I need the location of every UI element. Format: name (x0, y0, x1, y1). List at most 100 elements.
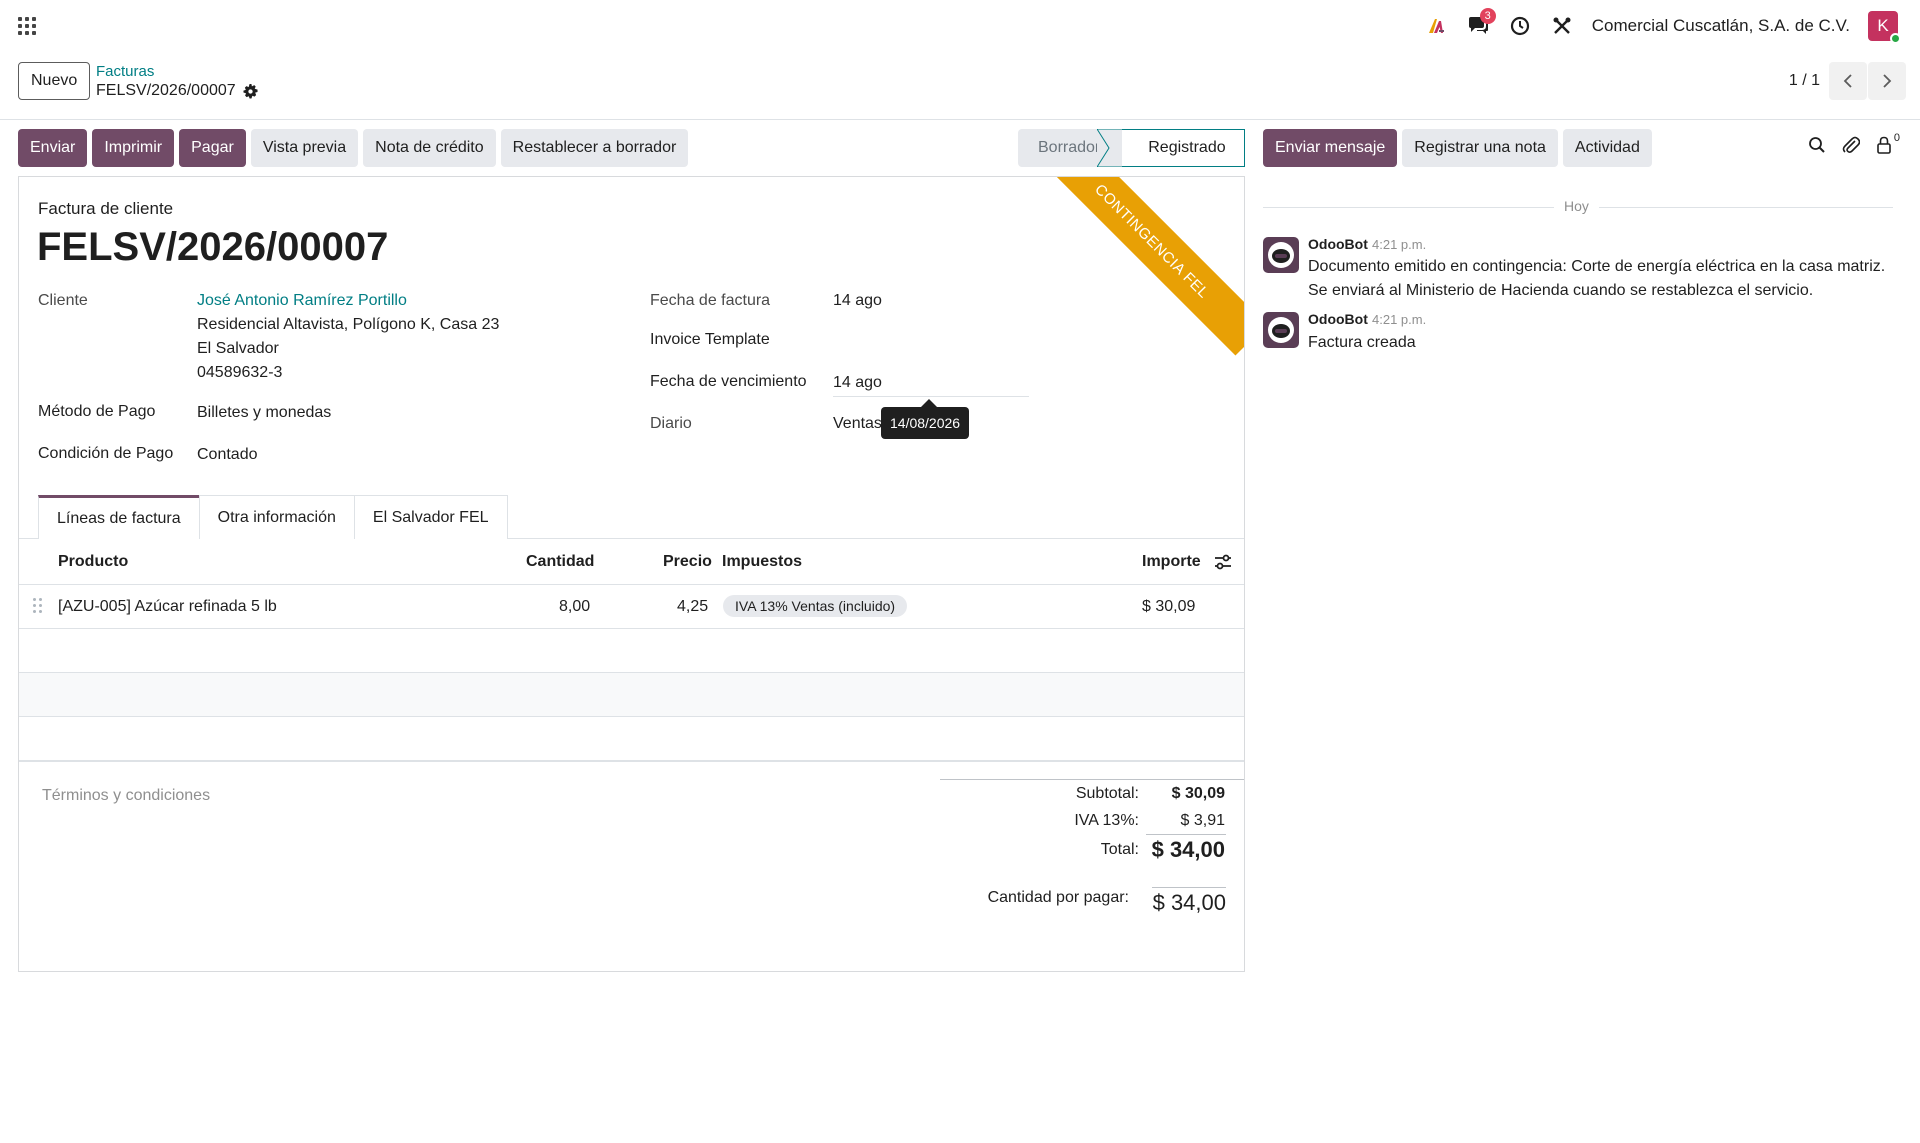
pager-next-button[interactable] (1868, 62, 1906, 100)
message-body: Documento emitido en contingencia: Corte… (1308, 258, 1886, 299)
col-taxes[interactable]: Impuestos (722, 553, 802, 571)
message-author[interactable]: OdooBot (1308, 311, 1368, 327)
col-quantity[interactable]: Cantidad (526, 553, 594, 571)
notebook-tabs: Líneas de factura Otra información El Sa… (38, 495, 508, 539)
terms-input[interactable]: Términos y condiciones (42, 787, 210, 805)
line-price[interactable]: 4,25 (677, 598, 708, 616)
due-date-label: Fecha de vencimiento (650, 373, 807, 390)
chevron-left-icon (1843, 74, 1852, 88)
odoobot-avatar[interactable] (1263, 312, 1299, 348)
iva-value: $ 3,91 (1180, 812, 1225, 829)
notification-badge: 3 (1479, 8, 1496, 24)
due-date-underline (833, 396, 1029, 397)
empty-row (19, 673, 1244, 717)
chevron-right-icon (1883, 74, 1892, 88)
status-bar: Borrador Registrado (1018, 129, 1245, 167)
activity-button[interactable]: Actividad (1562, 129, 1652, 167)
document-number: FELSV/2026/00007 (37, 225, 389, 269)
messaging-icon[interactable]: 3 (1466, 8, 1496, 38)
journal-label: Diario (650, 415, 692, 432)
lock-icon (1877, 136, 1891, 154)
chatter-icons: 0 (1808, 132, 1900, 155)
message-author[interactable]: OdooBot (1308, 236, 1368, 252)
apps-menu-icon[interactable] (18, 17, 36, 35)
message-time: 4:21 p.m. (1372, 237, 1427, 252)
table-bottom-border (19, 761, 1244, 762)
breadcrumb-current-label: FELSV/2026/00007 (96, 82, 236, 99)
user-initial: K (1877, 16, 1889, 35)
online-status-dot (1890, 33, 1901, 44)
pager-previous-button[interactable] (1829, 62, 1867, 100)
tab-el-salvador-fel[interactable]: El Salvador FEL (353, 495, 508, 539)
print-button[interactable]: Imprimir (92, 129, 175, 167)
customer-link[interactable]: José Antonio Ramírez Portillo (197, 292, 407, 310)
tab-invoice-lines[interactable]: Líneas de factura (38, 495, 200, 539)
iva-label: IVA 13%: (1074, 812, 1139, 829)
followers-button[interactable]: 0 (1876, 132, 1900, 154)
odoobot-avatar[interactable] (1263, 237, 1299, 273)
line-amount: $ 30,09 (1142, 598, 1196, 615)
invoice-date-field[interactable]: 14 ago (833, 292, 882, 310)
reset-to-draft-button[interactable]: Restablecer a borrador (500, 129, 689, 167)
customer-country: El Salvador (197, 340, 279, 357)
status-posted[interactable]: Registrado (1122, 129, 1245, 167)
payment-condition-label: Condición de Pago (38, 445, 174, 462)
totals-top-line (940, 779, 1244, 780)
subtotal-label: Subtotal: (1075, 785, 1139, 802)
optional-columns-icon[interactable] (1214, 554, 1232, 570)
status-arrow-separator (1097, 129, 1123, 167)
table-row[interactable]: [AZU-005] Azúcar refinada 5 lb 8,00 4,25… (19, 585, 1244, 629)
subtotal-value: $ 30,09 (1171, 785, 1225, 802)
total-value: $ 34,00 (1151, 837, 1225, 862)
customer-address: Residencial Altavista, Polígono K, Casa … (197, 316, 500, 333)
amount-due-value: $ 34,00 (1152, 890, 1226, 915)
invoice-date-label: Fecha de factura (650, 292, 771, 309)
empty-row (19, 629, 1244, 673)
contingency-ribbon: CONTINGENCIA FEL (1037, 177, 1244, 356)
col-price[interactable]: Precio (663, 553, 712, 571)
credit-note-button[interactable]: Nota de crédito (363, 129, 496, 167)
send-message-button[interactable]: Enviar mensaje (1263, 129, 1398, 167)
user-avatar[interactable]: K (1868, 11, 1901, 44)
tools-icon[interactable] (1550, 14, 1574, 38)
paperclip-icon[interactable] (1842, 135, 1860, 155)
invoice-template-label: Invoice Template (650, 331, 770, 348)
col-product[interactable]: Producto (58, 553, 128, 571)
send-button[interactable]: Enviar (18, 129, 88, 167)
message-body: Factura creada (1308, 334, 1416, 351)
due-date-field[interactable]: 14 ago (833, 374, 882, 392)
pager-value[interactable]: 1 / 1 (1789, 72, 1820, 90)
log-note-button[interactable]: Registrar una nota (1402, 129, 1558, 167)
gear-icon[interactable] (243, 83, 258, 99)
pay-button[interactable]: Pagar (179, 129, 246, 167)
search-icon[interactable] (1808, 136, 1826, 154)
due-topline (1152, 887, 1226, 888)
breadcrumb-invoices-link[interactable]: Facturas (96, 63, 154, 80)
line-quantity[interactable]: 8,00 (559, 598, 590, 616)
message-time: 4:21 p.m. (1372, 312, 1427, 327)
tab-other-info[interactable]: Otra información (198, 495, 355, 539)
line-product[interactable]: [AZU-005] Azúcar refinada 5 lb (58, 598, 277, 616)
journal-field[interactable]: Ventas (833, 415, 882, 433)
tax-tag[interactable]: IVA 13% Ventas (incluido) (723, 595, 908, 617)
payment-method-label: Método de Pago (38, 403, 156, 420)
chatter-toolbar: Enviar mensaje Registrar una nota Activi… (1263, 129, 1652, 167)
robot-icon (1268, 242, 1294, 268)
preview-button[interactable]: Vista previa (250, 129, 359, 167)
payment-method-field[interactable]: Billetes y monedas (197, 404, 331, 422)
company-switcher[interactable]: Comercial Cuscatlán, S.A. de C.V. (1592, 16, 1850, 36)
form-action-bar: Enviar Imprimir Pagar Vista previa Nota … (18, 129, 689, 167)
tooltip-arrow (921, 399, 937, 407)
top-navbar: 3 Comercial Cuscatlán, S.A. de C.V. K (0, 0, 1920, 52)
ai-assistant-icon[interactable] (1424, 14, 1448, 38)
date-separator-label: Hoy (1554, 198, 1599, 214)
drag-handle-icon[interactable] (33, 598, 43, 614)
empty-row (19, 717, 1244, 761)
col-amount[interactable]: Importe (1142, 553, 1201, 571)
payment-condition-field[interactable]: Contado (197, 446, 258, 464)
control-panel: Nuevo Facturas FELSV/2026/00007 1 / 1 (0, 52, 1920, 120)
clock-icon[interactable] (1508, 14, 1532, 38)
customer-vat: 04589632-3 (197, 364, 283, 381)
new-button[interactable]: Nuevo (18, 62, 91, 100)
date-tooltip: 14/08/2026 (881, 407, 970, 439)
